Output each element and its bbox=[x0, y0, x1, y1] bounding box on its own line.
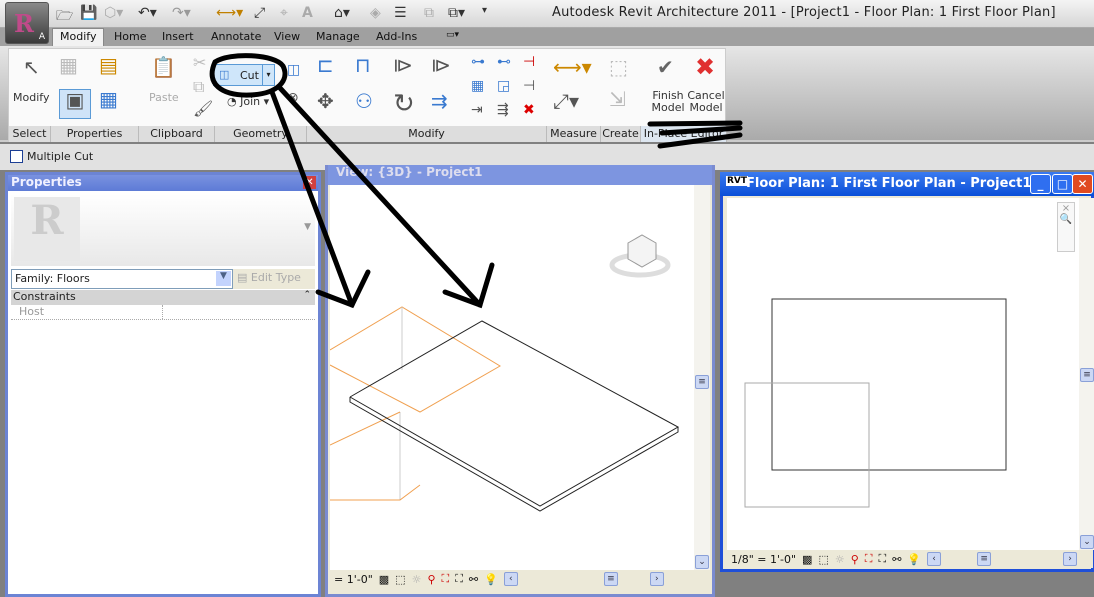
scribble bbox=[647, 120, 743, 149]
highlight-circle bbox=[209, 53, 288, 98]
app-key-tip: A bbox=[38, 32, 45, 42]
hand-drawn-annotations bbox=[209, 53, 743, 309]
revit-logo-icon: R bbox=[14, 9, 34, 38]
application-button[interactable]: RA bbox=[5, 2, 49, 44]
